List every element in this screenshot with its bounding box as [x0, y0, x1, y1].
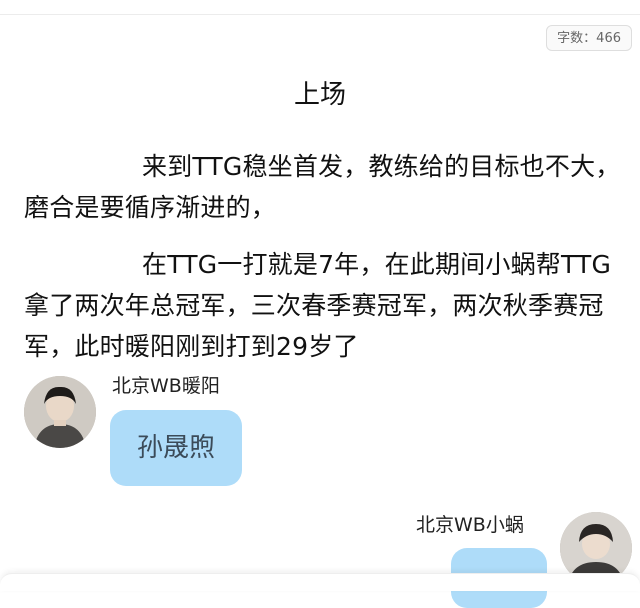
article-paragraph: 在TTG一打就是7年，在此期间小蜗帮TTG拿了两次年总冠军，三次春季赛冠军，两次…: [24, 250, 612, 361]
top-divider: [0, 14, 640, 15]
bottom-panel: [0, 573, 640, 591]
avatar[interactable]: [24, 376, 96, 448]
chat-username: 北京WB暖阳: [112, 375, 220, 397]
article-title: 上场: [293, 80, 346, 110]
article-paragraph: 来到TTG稳坐首发，教练给的目标也不大，磨合是要循序渐进的，: [24, 152, 621, 222]
person-avatar-icon: [24, 376, 96, 448]
word-count-badge: 字数：466: [546, 25, 632, 51]
chat-username: 北京WB小蜗: [416, 514, 524, 536]
chat-bubble: 孙晟煦: [110, 410, 242, 486]
